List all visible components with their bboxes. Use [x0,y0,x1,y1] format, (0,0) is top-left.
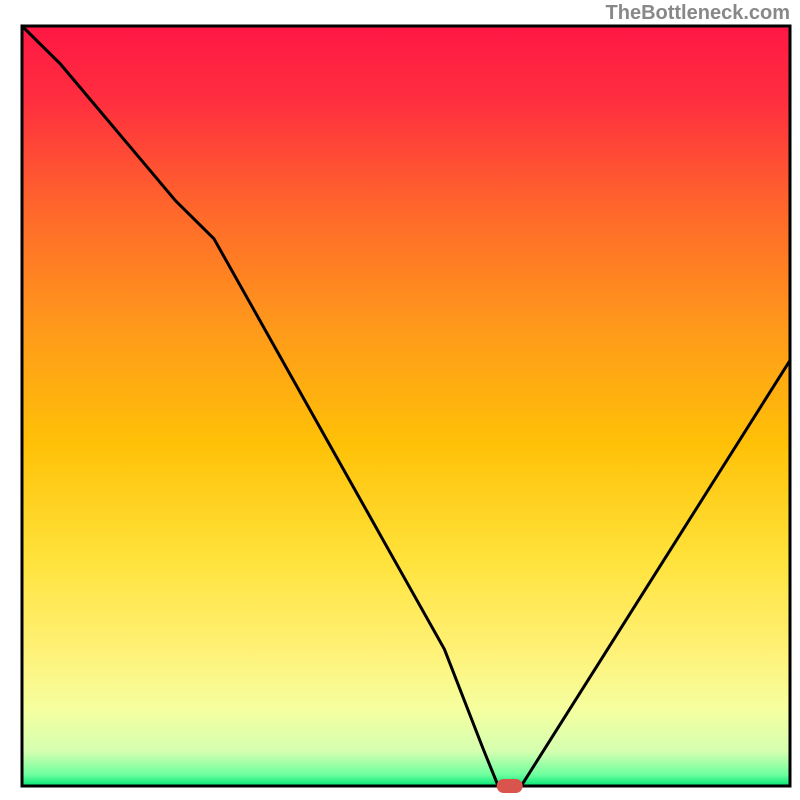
plot-background [22,26,790,786]
chart-container: TheBottleneck.com [0,0,800,800]
optimal-point-marker [497,779,523,793]
bottleneck-chart [0,0,800,800]
watermark-text: TheBottleneck.com [606,2,790,25]
